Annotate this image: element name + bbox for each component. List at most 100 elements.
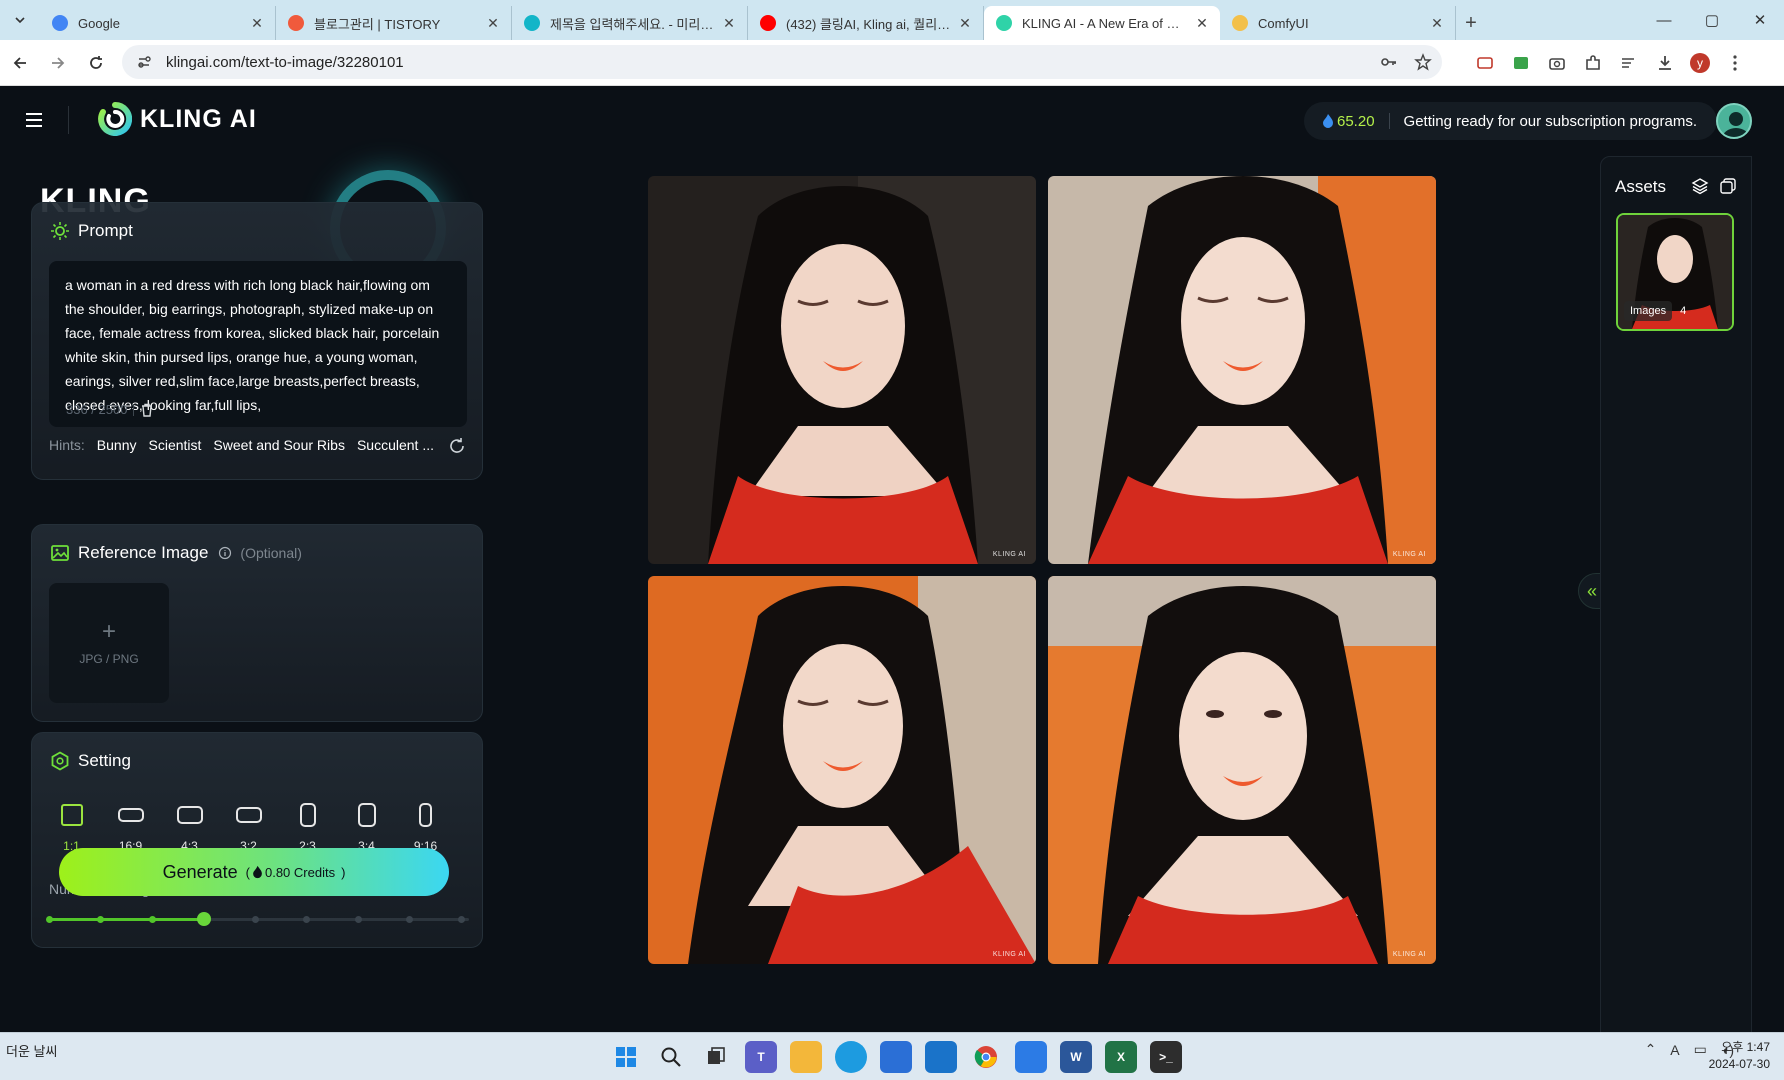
copy-icon[interactable] — [1719, 177, 1737, 195]
aspect-ratio-option[interactable]: 1:1 — [49, 801, 94, 853]
close-tab-icon[interactable]: ✕ — [485, 15, 501, 31]
word-icon[interactable]: W — [1060, 1041, 1092, 1073]
clock-date: 2024-07-30 — [1708, 1057, 1770, 1071]
forward-button[interactable] — [40, 45, 76, 81]
prompt-text[interactable]: a woman in a red dress with rich long bl… — [65, 273, 451, 417]
close-tab-icon[interactable]: ✕ — [1194, 15, 1210, 31]
address-bar[interactable]: klingai.com/text-to-image/32280101 — [122, 45, 1442, 79]
ime-icon[interactable]: A — [1670, 1042, 1679, 1058]
close-tab-icon[interactable]: ✕ — [957, 15, 973, 31]
slider-step-dot[interactable] — [457, 916, 465, 923]
maximize-button[interactable]: ▢ — [1688, 0, 1736, 40]
aspect-ratio-option[interactable]: 3:2 — [226, 801, 271, 853]
download-icon[interactable] — [1654, 52, 1676, 74]
chevron-up-icon[interactable]: ⌃ — [1645, 1041, 1657, 1058]
generate-button[interactable]: Generate ( 0.80 Credits ) — [59, 848, 449, 896]
hint-chip[interactable]: Succulent ... — [357, 437, 434, 453]
task-view-icon[interactable] — [700, 1041, 732, 1073]
slider-step-dot[interactable] — [406, 916, 413, 923]
excel-icon[interactable]: X — [1105, 1041, 1137, 1073]
aspect-ratio-selector: 1:1 16:9 4:3 3:2 2:3 3:4 9:16 — [49, 801, 448, 853]
profile-avatar[interactable]: y — [1690, 53, 1710, 73]
generated-image[interactable]: KLING AI — [648, 176, 1036, 564]
hamburger-menu-icon[interactable] — [22, 108, 46, 132]
reference-image-panel: Reference Image (Optional) + JPG / PNG — [31, 524, 483, 722]
chevron-down-icon — [15, 17, 25, 24]
weather-widget[interactable]: 더운 날씨 — [6, 1041, 57, 1060]
aspect-ratio-option[interactable]: 16:9 — [108, 801, 153, 853]
back-button[interactable] — [2, 45, 38, 81]
site-info-icon[interactable] — [134, 52, 154, 72]
close-tab-icon[interactable]: ✕ — [721, 15, 737, 31]
camera-icon[interactable] — [1546, 52, 1568, 74]
aspect-ratio-option[interactable]: 3:4 — [344, 801, 389, 853]
browser-tab[interactable]: 제목을 입력해주세요. - 미리캔버스 ✕ — [512, 6, 748, 40]
browser-tab[interactable]: 블로그관리 | TISTORY ✕ — [276, 6, 512, 40]
browser-tab[interactable]: (432) 클링AI, Kling ai, 퀄리티 | ✕ — [748, 6, 984, 40]
asset-thumbnail[interactable]: Images 4 — [1616, 213, 1734, 331]
prompt-textarea[interactable]: a woman in a red dress with rich long bl… — [49, 261, 467, 427]
cost-text: 0.80 Credits — [264, 864, 336, 880]
aspect-ratio-option[interactable]: 9:16 — [403, 801, 448, 853]
user-avatar[interactable] — [1716, 103, 1752, 139]
mail-icon[interactable] — [925, 1041, 957, 1073]
terminal-icon[interactable]: >_ — [1150, 1041, 1182, 1073]
network-icon[interactable]: ▭ — [1694, 1041, 1707, 1058]
number-of-images-slider[interactable] — [45, 912, 469, 926]
generated-image[interactable]: KLING AI — [648, 576, 1036, 964]
aspect-ratio-option[interactable]: 4:3 — [167, 801, 212, 853]
hint-chip[interactable]: Scientist — [149, 437, 202, 453]
generate-cost: ( 0.80 Credits ) — [246, 865, 346, 880]
aspect-ratio-option[interactable]: 2:3 — [285, 801, 330, 853]
header-divider — [68, 106, 69, 134]
teams-icon[interactable]: T — [745, 1041, 777, 1073]
slider-step-dot[interactable] — [148, 916, 156, 923]
generated-image[interactable]: KLING AI — [1048, 176, 1436, 564]
slider-step-dot[interactable] — [97, 916, 104, 923]
browser-tab[interactable]: KLING AI - A New Era of Creative ✕ — [984, 6, 1220, 40]
refresh-hints-button[interactable] — [448, 437, 466, 455]
aspect-ratio-shape-icon — [299, 801, 316, 829]
reference-upload-dropzone[interactable]: + JPG / PNG — [49, 583, 169, 703]
taskbar-clock[interactable]: 오후 1:47 2024-07-30 — [1709, 1039, 1770, 1073]
hint-chip[interactable]: Bunny — [97, 437, 137, 453]
minimize-button[interactable]: — — [1640, 0, 1688, 40]
reading-list-icon[interactable] — [1618, 52, 1640, 74]
file-explorer-icon[interactable] — [790, 1041, 822, 1073]
tab-search-button[interactable] — [0, 0, 40, 40]
layers-icon[interactable] — [1691, 177, 1709, 195]
url-text[interactable]: klingai.com/text-to-image/32280101 — [166, 54, 404, 71]
browser-tab[interactable]: Google ✕ — [40, 6, 276, 40]
credits-notice-pill[interactable]: 65.20 Getting ready for our subscription… — [1304, 102, 1718, 140]
slider-step-dot[interactable] — [354, 916, 362, 923]
new-tab-button[interactable]: + — [1456, 6, 1486, 40]
hint-chip[interactable]: Sweet and Sour Ribs — [213, 437, 345, 453]
reload-button[interactable] — [78, 45, 114, 81]
slider-step-dot[interactable] — [45, 916, 53, 923]
search-icon[interactable] — [655, 1041, 687, 1073]
slider-step-dot[interactable] — [251, 916, 259, 923]
chrome-icon[interactable] — [970, 1041, 1002, 1073]
app-gear-icon[interactable] — [1015, 1041, 1047, 1073]
windows-start-icon[interactable] — [610, 1041, 642, 1073]
extension-green-icon[interactable] — [1510, 52, 1532, 74]
counter-divider — [133, 403, 135, 416]
browser-tab-strip: Google ✕ 블로그관리 | TISTORY ✕ 제목을 입력해주세요. - 미리캔… — [0, 0, 1784, 40]
generated-image[interactable]: KLING AI — [1048, 576, 1436, 964]
browser-tab[interactable]: ComfyUI ✕ — [1220, 6, 1456, 40]
close-tab-icon[interactable]: ✕ — [249, 15, 265, 31]
info-icon[interactable] — [218, 546, 232, 560]
kling-logo[interactable]: KLING AI — [98, 102, 257, 136]
slider-thumb[interactable] — [196, 912, 211, 926]
close-tab-icon[interactable]: ✕ — [1429, 15, 1445, 31]
password-key-icon[interactable] — [1380, 53, 1398, 71]
more-menu-icon[interactable] — [1724, 52, 1746, 74]
edge-icon[interactable] — [835, 1041, 867, 1073]
extensions-puzzle-icon[interactable] — [1582, 52, 1604, 74]
bookmark-star-icon[interactable] — [1414, 53, 1432, 71]
cast-icon[interactable] — [1474, 52, 1496, 74]
slider-step-dot[interactable] — [303, 916, 310, 923]
clear-prompt-button[interactable] — [140, 403, 154, 417]
store-icon[interactable] — [880, 1041, 912, 1073]
close-window-button[interactable]: ✕ — [1736, 0, 1784, 40]
